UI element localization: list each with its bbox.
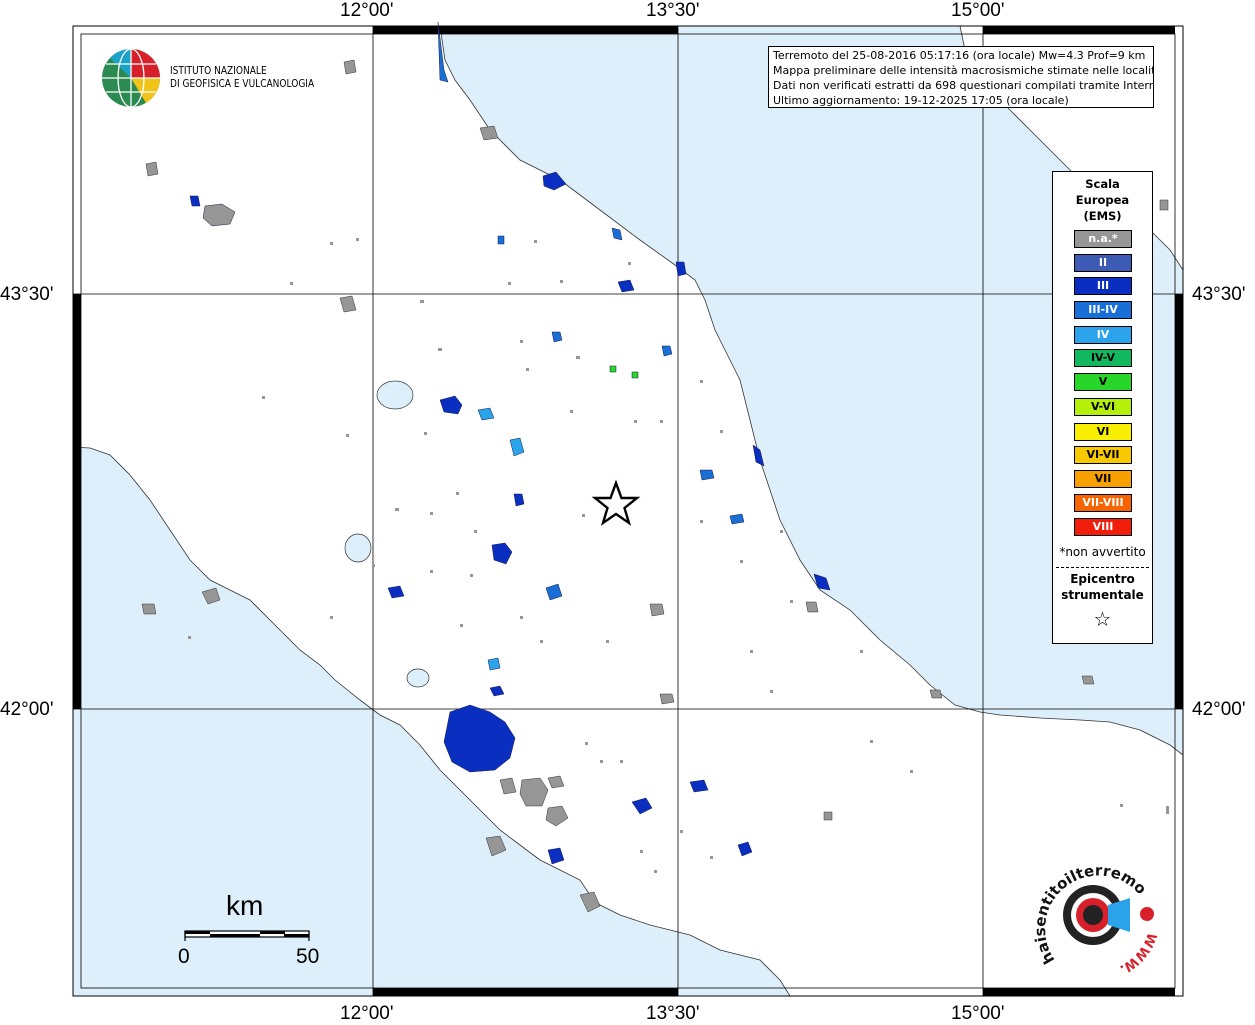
top-label-12: 12°00' <box>340 0 394 21</box>
legend-swatch-vi-vii: VI-VII <box>1074 446 1132 464</box>
top-label-15: 15°00' <box>951 0 1005 21</box>
legend-separator <box>1056 567 1149 568</box>
svg-text:haisentitoilterremoto.it: haisentitoilterremoto.it <box>1030 850 1150 967</box>
legend: Scala Europea (EMS) n.a.* II III III-IV … <box>1052 171 1153 644</box>
lake-bracciano <box>406 668 430 688</box>
right-label-43-30: 43°30' <box>1192 284 1246 305</box>
legend-epi-1: Epicentro <box>1070 572 1135 586</box>
legend-swatch-na: n.a.* <box>1074 230 1132 248</box>
ingv-name: ISTITUTO NAZIONALE DI GEOFISICA E VULCAN… <box>170 64 314 90</box>
left-label-42: 42°00' <box>0 699 54 720</box>
legend-epi-2: strumentale <box>1061 588 1144 602</box>
ingv-line2: DI GEOFISICA E VULCANOLOGIA <box>170 77 315 90</box>
info-line1: Terremoto del 25-08-2016 05:17:16 (ora l… <box>773 49 1146 62</box>
legend-title-3: (EMS) <box>1083 209 1122 223</box>
legend-title-1: Scala <box>1085 177 1120 191</box>
legend-swatch-ii: II <box>1074 254 1132 272</box>
haisentito-www: WWW. <box>1117 930 1159 976</box>
top-label-13-30: 13°30' <box>646 0 700 21</box>
haisentito-ring-text: haisentitoilterremoto.it <box>1030 850 1150 967</box>
bottom-label-15: 15°00' <box>951 1003 1005 1024</box>
legend-swatch-viii: VIII <box>1074 518 1132 536</box>
legend-epicenter-label: Epicentro strumentale <box>1053 571 1152 603</box>
legend-star-icon: ☆ <box>1093 607 1112 631</box>
right-label-42: 42°00' <box>1192 699 1246 720</box>
lake-trasimeno <box>376 380 414 410</box>
bottom-label-12: 12°00' <box>340 1003 394 1024</box>
legend-swatch-iii: III <box>1074 277 1132 295</box>
scale-end: 50 <box>296 945 320 968</box>
legend-note: *non avvertito <box>1059 545 1146 559</box>
legend-swatch-vii-viii: VII-VIII <box>1074 494 1132 512</box>
left-label-43-30: 43°30' <box>0 284 54 305</box>
info-line2: Mappa preliminare delle intensità macros… <box>773 64 1153 77</box>
legend-swatch-vi: VI <box>1074 423 1132 441</box>
legend-swatch-iv: IV <box>1074 326 1132 344</box>
info-line4: Ultimo aggiornamento: 19-12-2025 17:05 (… <box>773 94 1069 107</box>
svg-text:WWW.: WWW. <box>1117 930 1159 976</box>
legend-title: Scala Europea (EMS) <box>1053 176 1152 224</box>
legend-swatch-v-vi: V-VI <box>1074 398 1132 416</box>
scale-start: 0 <box>178 945 190 968</box>
scale-unit: km <box>226 890 264 921</box>
legend-title-2: Europea <box>1075 193 1130 207</box>
bottom-label-13-30: 13°30' <box>646 1003 700 1024</box>
legend-swatch-v: V <box>1074 373 1132 391</box>
legend-swatch-iii-iv: III-IV <box>1074 301 1132 319</box>
info-box: Terremoto del 25-08-2016 05:17:16 (ora l… <box>768 46 1154 108</box>
lake-bolsena <box>344 533 372 563</box>
ingv-line1: ISTITUTO NAZIONALE <box>170 64 267 77</box>
ingv-logo <box>102 48 161 108</box>
haisentito-text: haisentitoilterremoto.it WWW. <box>1030 850 1159 977</box>
legend-swatch-iv-v: IV-V <box>1074 349 1132 367</box>
legend-swatch-vii: VII <box>1074 470 1132 488</box>
info-line3: Dati non verificati estratti da 698 ques… <box>773 79 1153 92</box>
